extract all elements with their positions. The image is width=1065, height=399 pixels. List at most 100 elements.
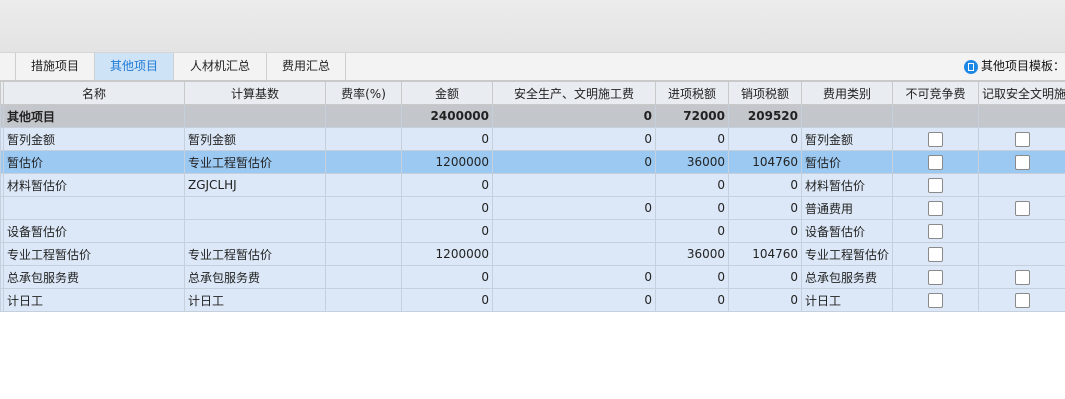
cell-base[interactable]: ZGJCLHJ xyxy=(184,173,326,197)
cell-safety-fee[interactable]: 0 xyxy=(492,265,656,289)
cell-category[interactable] xyxy=(801,104,893,128)
cell-category[interactable]: 普通费用 xyxy=(801,196,893,220)
cell-name[interactable] xyxy=(3,196,185,220)
column-header-safety-fee[interactable]: 安全生产、文明施工费 xyxy=(492,81,656,105)
cell-amount[interactable]: 0 xyxy=(401,127,493,151)
cell-base[interactable]: 总承包服务费 xyxy=(184,265,326,289)
column-header-name[interactable]: 名称 xyxy=(3,81,185,105)
safety-civil-checkbox[interactable] xyxy=(1014,200,1030,216)
noncompetitive-checkbox[interactable] xyxy=(928,246,943,262)
cell-rate[interactable] xyxy=(325,288,402,312)
noncompetitive-checkbox[interactable] xyxy=(928,154,943,170)
noncompetitive-checkbox[interactable] xyxy=(928,131,943,147)
cell-safety-fee[interactable] xyxy=(492,242,656,266)
cell-base[interactable]: 暂列金额 xyxy=(184,127,326,151)
cell-base[interactable]: 计日工 xyxy=(184,288,326,312)
cell-output-tax[interactable]: 104760 xyxy=(728,242,802,266)
cell-input-tax[interactable]: 0 xyxy=(655,288,729,312)
cell-output-tax[interactable]: 209520 xyxy=(728,104,802,128)
cell-safety-civil[interactable] xyxy=(978,104,1065,128)
cell-category[interactable]: 暂列金额 xyxy=(801,127,893,151)
cell-name[interactable]: 设备暂估价 xyxy=(3,219,185,243)
cell-safety-fee[interactable] xyxy=(492,219,656,243)
cell-base[interactable] xyxy=(184,196,326,220)
cell-base[interactable]: 专业工程暂估价 xyxy=(184,242,326,266)
cell-category[interactable]: 总承包服务费 xyxy=(801,265,893,289)
cell-amount[interactable]: 0 xyxy=(401,219,493,243)
safety-civil-checkbox[interactable] xyxy=(1014,292,1030,308)
safety-civil-checkbox[interactable] xyxy=(1014,269,1030,285)
cell-safety-fee[interactable]: 0 xyxy=(492,127,656,151)
cell-category[interactable]: 材料暂估价 xyxy=(801,173,893,197)
cell-amount[interactable]: 1200000 xyxy=(401,150,493,174)
cell-rate[interactable] xyxy=(325,242,402,266)
cell-output-tax[interactable]: 104760 xyxy=(728,150,802,174)
tab-other-items[interactable]: 其他项目 xyxy=(95,53,174,80)
cell-output-tax[interactable]: 0 xyxy=(728,219,802,243)
safety-civil-checkbox[interactable] xyxy=(1014,154,1030,170)
cell-output-tax[interactable]: 0 xyxy=(728,127,802,151)
table-row[interactable]: 设备暂估价 0 0 0 设备暂估价 xyxy=(0,219,1065,243)
cell-name[interactable]: 暂列金额 xyxy=(3,127,185,151)
cell-input-tax[interactable]: 36000 xyxy=(655,150,729,174)
noncompetitive-checkbox[interactable] xyxy=(928,292,943,308)
cell-safety-fee[interactable]: 0 xyxy=(492,196,656,220)
cell-input-tax[interactable]: 0 xyxy=(655,127,729,151)
table-row[interactable]: 总承包服务费 总承包服务费 0 0 0 0 总承包服务费 xyxy=(0,265,1065,289)
table-row[interactable]: 材料暂估价 ZGJCLHJ 0 0 0 材料暂估价 xyxy=(0,173,1065,197)
cell-amount[interactable]: 1200000 xyxy=(401,242,493,266)
cell-rate[interactable] xyxy=(325,196,402,220)
cell-input-tax[interactable]: 36000 xyxy=(655,242,729,266)
cell-rate[interactable] xyxy=(325,127,402,151)
noncompetitive-checkbox[interactable] xyxy=(928,223,943,239)
cell-amount[interactable]: 0 xyxy=(401,173,493,197)
column-header-base[interactable]: 计算基数 xyxy=(184,81,326,105)
tab-measures[interactable]: 措施项目 xyxy=(16,53,95,80)
column-header-output-tax[interactable]: 销项税额 xyxy=(728,81,802,105)
tab-fee-summary[interactable]: 费用汇总 xyxy=(267,53,346,80)
table-row[interactable]: 暂估价 专业工程暂估价 1200000 0 36000 104760 暂估价 xyxy=(0,150,1065,174)
cell-rate[interactable] xyxy=(325,104,402,128)
cell-base[interactable]: 专业工程暂估价 xyxy=(184,150,326,174)
safety-civil-checkbox[interactable] xyxy=(1014,131,1030,147)
cell-base[interactable] xyxy=(184,219,326,243)
cell-input-tax[interactable]: 0 xyxy=(655,219,729,243)
cell-category[interactable]: 设备暂估价 xyxy=(801,219,893,243)
noncompetitive-checkbox[interactable] xyxy=(928,177,943,193)
cell-rate[interactable] xyxy=(325,219,402,243)
table-row[interactable]: 0 0 0 0 普通费用 xyxy=(0,196,1065,220)
cell-input-tax[interactable]: 0 xyxy=(655,196,729,220)
column-header-rate[interactable]: 费率(%) xyxy=(325,81,402,105)
cell-input-tax[interactable]: 72000 xyxy=(655,104,729,128)
cell-rate[interactable] xyxy=(325,150,402,174)
cell-base[interactable] xyxy=(184,104,326,128)
noncompetitive-checkbox[interactable] xyxy=(928,200,943,216)
column-header-safety-civil[interactable]: 记取安全文明施 xyxy=(978,81,1065,105)
template-selector[interactable]: 其他项目模板： xyxy=(963,53,1065,80)
column-header-amount[interactable]: 金额 xyxy=(401,81,493,105)
table-row[interactable]: 计日工 计日工 0 0 0 0 计日工 xyxy=(0,288,1065,312)
cell-safety-fee[interactable]: 0 xyxy=(492,288,656,312)
cell-input-tax[interactable]: 0 xyxy=(655,265,729,289)
cell-category[interactable]: 暂估价 xyxy=(801,150,893,174)
cell-amount[interactable]: 0 xyxy=(401,265,493,289)
cell-name[interactable]: 总承包服务费 xyxy=(3,265,185,289)
cell-category[interactable]: 计日工 xyxy=(801,288,893,312)
cell-name[interactable]: 计日工 xyxy=(3,288,185,312)
cell-safety-fee[interactable] xyxy=(492,173,656,197)
column-header-noncompetitive[interactable]: 不可竞争费 xyxy=(892,81,979,105)
noncompetitive-checkbox[interactable] xyxy=(928,269,943,285)
cell-name[interactable]: 其他项目 xyxy=(3,104,185,128)
cell-rate[interactable] xyxy=(325,173,402,197)
cell-safety-fee[interactable]: 0 xyxy=(492,150,656,174)
table-row[interactable]: 专业工程暂估价 专业工程暂估价 1200000 36000 104760 专业工程暂估价 xyxy=(0,242,1065,266)
cell-output-tax[interactable]: 0 xyxy=(728,265,802,289)
cell-safety-fee[interactable]: 0 xyxy=(492,104,656,128)
table-row[interactable]: 暂列金额 暂列金额 0 0 0 0 暂列金额 xyxy=(0,127,1065,151)
cell-name[interactable]: 专业工程暂估价 xyxy=(3,242,185,266)
cell-output-tax[interactable]: 0 xyxy=(728,288,802,312)
cell-category[interactable]: 专业工程暂估价 xyxy=(801,242,893,266)
cell-name[interactable]: 材料暂估价 xyxy=(3,173,185,197)
cell-amount[interactable]: 0 xyxy=(401,288,493,312)
column-header-input-tax[interactable]: 进项税额 xyxy=(655,81,729,105)
